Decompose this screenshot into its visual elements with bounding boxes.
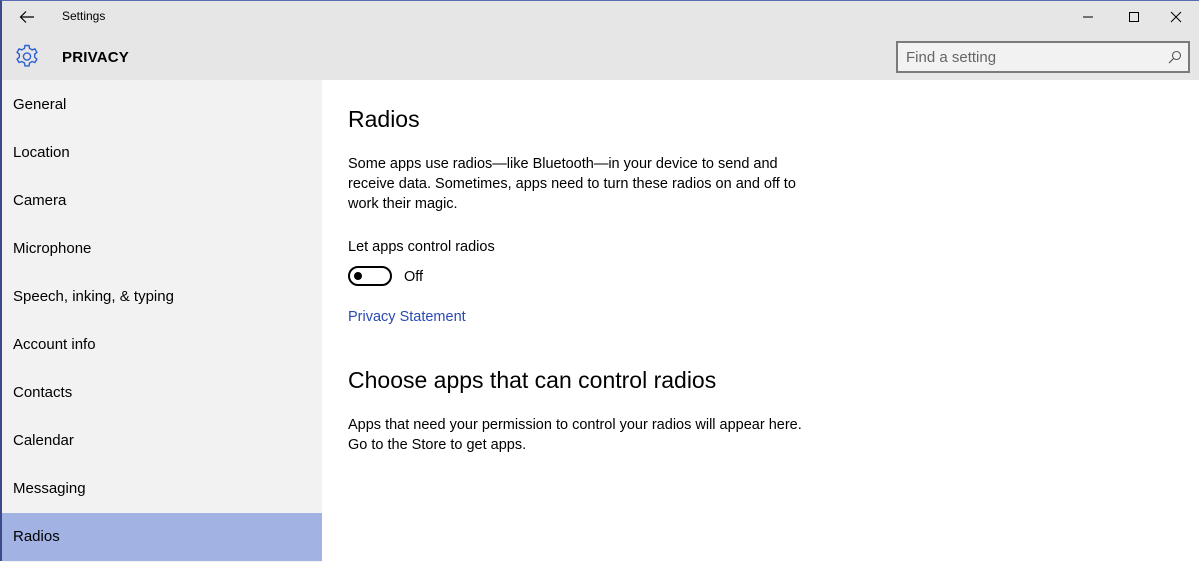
sidebar-item-microphone[interactable]: Microphone: [2, 225, 322, 273]
section-title: PRIVACY: [62, 49, 129, 66]
search-box[interactable]: [896, 41, 1190, 73]
sidebar-item-label: Messaging: [13, 480, 86, 497]
title-bar: Settings PRIVACY: [2, 1, 1199, 80]
sidebar-item-radios[interactable]: Radios: [2, 513, 322, 561]
privacy-statement-link[interactable]: Privacy Statement: [348, 309, 466, 325]
sidebar-item-camera[interactable]: Camera: [2, 177, 322, 225]
sidebar-item-general[interactable]: General: [2, 81, 322, 129]
settings-window: Settings PRIVACY Find a setting General …: [0, 0, 1199, 562]
sidebar-item-label: Location: [13, 144, 70, 161]
search-icon[interactable]: [1168, 50, 1182, 64]
sidebar-item-location[interactable]: Location: [2, 129, 322, 177]
page-title: Radios: [348, 106, 420, 132]
sidebar-item-label: Radios: [13, 528, 60, 545]
sidebar-item-label: General: [13, 96, 67, 113]
radios-toggle[interactable]: [348, 266, 392, 286]
window-title: Settings: [62, 9, 106, 23]
sidebar-item-messaging[interactable]: Messaging: [2, 465, 322, 513]
gear-icon: [16, 44, 38, 67]
sidebar-item-contacts[interactable]: Contacts: [2, 369, 322, 417]
sidebar-item-label: Calendar: [13, 432, 74, 449]
sidebar-item-label: Microphone: [13, 240, 92, 257]
close-button[interactable]: [1153, 3, 1199, 31]
sidebar-item-label: Camera: [13, 192, 67, 209]
page-description: Some apps use radios—like Bluetooth—in y…: [348, 156, 796, 212]
maximize-icon: [1129, 12, 1139, 22]
search-input[interactable]: [906, 43, 1156, 71]
sidebar-item-label: Speech, inking, & typing: [13, 288, 174, 305]
back-arrow-icon: [19, 11, 34, 23]
minimize-icon: [1083, 16, 1093, 18]
sidebar-item-account-info[interactable]: Account info: [2, 321, 322, 369]
sidebar-item-speech[interactable]: Speech, inking, & typing: [2, 273, 322, 321]
section-description: Apps that need your permission to contro…: [348, 417, 802, 453]
sidebar-item-calendar[interactable]: Calendar: [2, 417, 322, 465]
maximize-button[interactable]: [1111, 3, 1157, 31]
sidebar-nav: General Location Camera Microphone Speec…: [2, 80, 322, 562]
sidebar-item-label: Account info: [13, 336, 96, 353]
back-button[interactable]: [10, 3, 44, 31]
minimize-button[interactable]: [1065, 3, 1111, 31]
toggle-state-text: Off: [404, 269, 424, 285]
toggle-knob: [354, 272, 362, 280]
toggle-label: Let apps control radios: [348, 239, 495, 255]
section-heading: Choose apps that can control radios: [348, 367, 717, 393]
sidebar-item-label: Contacts: [13, 384, 73, 401]
close-icon: [1170, 11, 1182, 23]
